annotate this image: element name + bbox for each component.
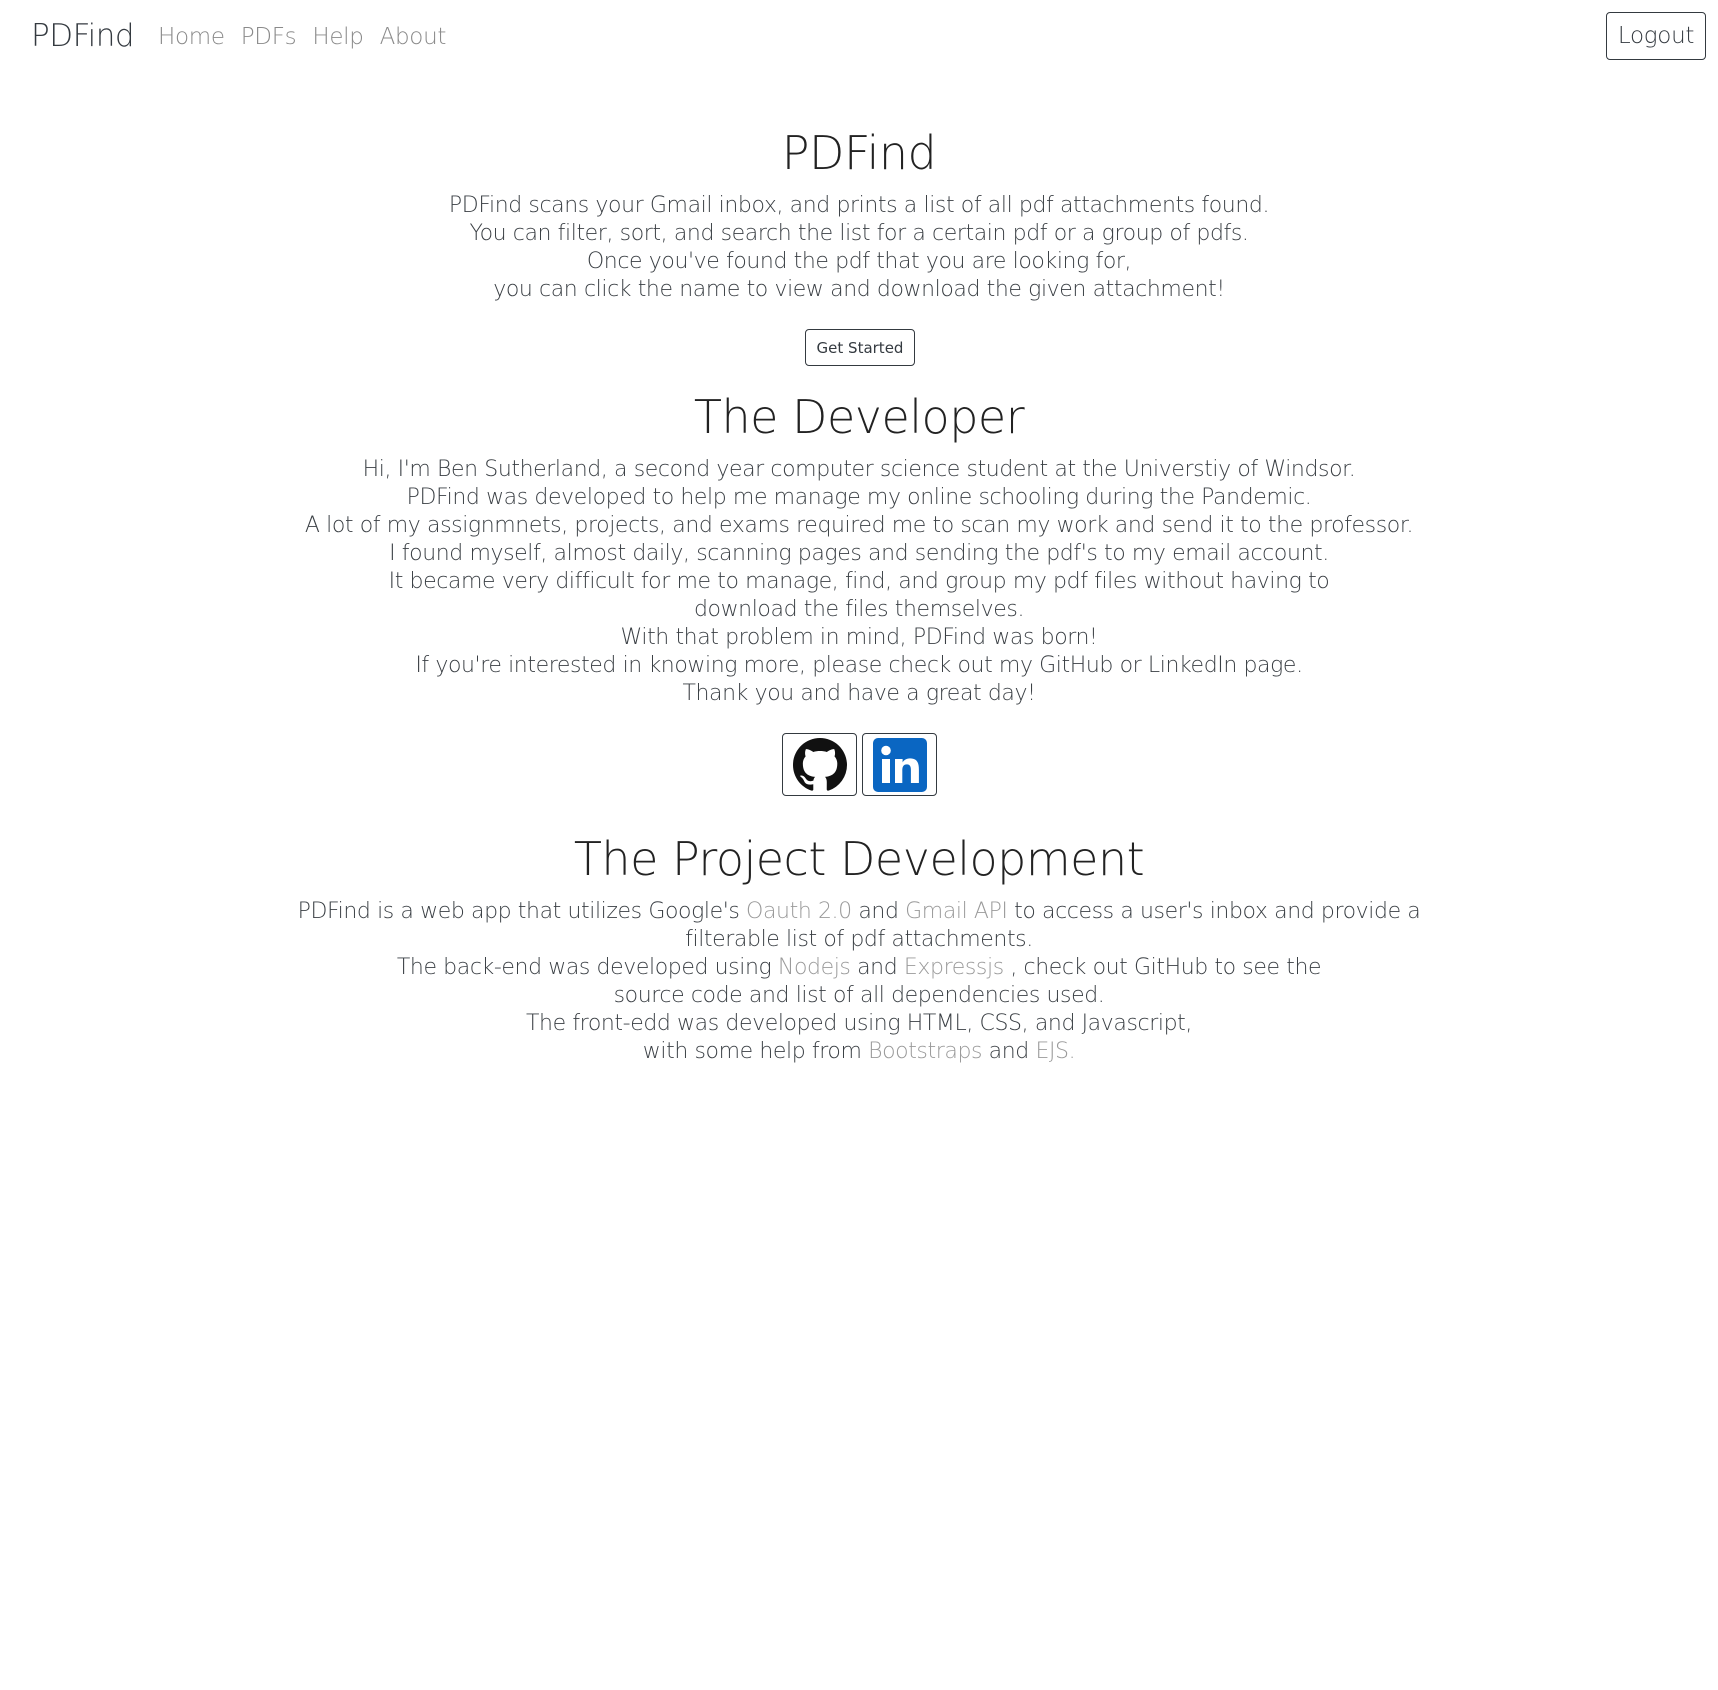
get-started-button[interactable]: Get Started <box>805 329 915 366</box>
project-text: to access a user's inbox and provide a <box>1007 899 1421 924</box>
project-line: The front-edd was developed using HTML, … <box>526 1011 1192 1036</box>
github-icon <box>792 737 847 791</box>
nodejs-link[interactable]: Nodejs <box>778 955 851 980</box>
logout-button[interactable]: Logout <box>1606 12 1706 60</box>
developer-line: Thank you and have a great day! <box>682 681 1036 706</box>
project-paragraph: PDFind is a web app that utilizes Google… <box>0 898 1718 1066</box>
developer-line: Hi, I'm Ben Sutherland, a second year co… <box>362 457 1356 482</box>
project-text: with some help from <box>642 1039 869 1064</box>
intro-line: You can filter, sort, and search the lis… <box>469 221 1249 246</box>
navbar: PDFind Home PDFs Help About Logout <box>0 0 1718 76</box>
nav-link-help[interactable]: Help <box>312 24 364 50</box>
github-button[interactable] <box>782 733 857 796</box>
project-line: filterable list of pdf attachments. <box>685 927 1033 952</box>
nav-link-about[interactable]: About <box>380 24 447 50</box>
intro-paragraph: PDFind scans your Gmail inbox, and print… <box>0 192 1718 304</box>
project-line: with some help from Bootstraps and EJS. <box>0 1038 1718 1066</box>
nav-link-home[interactable]: Home <box>158 24 225 50</box>
intro-line: PDFind scans your Gmail inbox, and print… <box>448 193 1270 218</box>
developer-line: I found myself, almost daily, scanning p… <box>389 541 1329 566</box>
ejs-link[interactable]: EJS. <box>1035 1039 1075 1064</box>
developer-line: PDFind was developed to help me manage m… <box>406 485 1312 510</box>
project-text: The back-end was developed using <box>396 955 778 980</box>
project-line: source code and list of all dependencies… <box>613 983 1105 1008</box>
developer-line: It became very difficult for me to manag… <box>388 569 1330 594</box>
developer-line: With that problem in mind, PDFind was bo… <box>620 625 1098 650</box>
project-text: and <box>982 1039 1036 1064</box>
bootstrap-link[interactable]: Bootstraps <box>868 1039 982 1064</box>
developer-title: The Developer <box>693 390 1025 444</box>
developer-line: download the files themselves. <box>693 597 1025 622</box>
brand-logo[interactable]: PDFind <box>31 18 135 54</box>
gmail-api-link[interactable]: Gmail API <box>905 899 1008 924</box>
oauth-link[interactable]: Oauth 2.0 <box>746 899 852 924</box>
intro-title: PDFind <box>781 126 937 180</box>
nav-link-pdfs[interactable]: PDFs <box>241 24 297 50</box>
intro-line: Once you've found the pdf that you are l… <box>586 249 1132 274</box>
nav-links: Home PDFs Help About <box>158 24 462 50</box>
project-text: and <box>850 955 904 980</box>
project-text: PDFind is a web app that utilizes Google… <box>297 899 747 924</box>
developer-line: A lot of my assignmnets, projects, and e… <box>304 513 1414 538</box>
project-title: The Project Development <box>573 832 1145 886</box>
project-line: PDFind is a web app that utilizes Google… <box>0 898 1718 926</box>
linkedin-button[interactable] <box>862 733 937 796</box>
developer-paragraph: Hi, I'm Ben Sutherland, a second year co… <box>0 456 1718 708</box>
developer-line: If you're interested in knowing more, pl… <box>415 653 1303 678</box>
linkedin-icon <box>872 737 927 792</box>
project-text: , check out GitHub to see the <box>1003 955 1322 980</box>
expressjs-link[interactable]: Expressjs <box>904 955 1004 980</box>
project-text: and <box>851 899 906 924</box>
intro-line: you can click the name to view and downl… <box>493 277 1225 302</box>
project-line: The back-end was developed using Nodejs … <box>0 954 1718 982</box>
